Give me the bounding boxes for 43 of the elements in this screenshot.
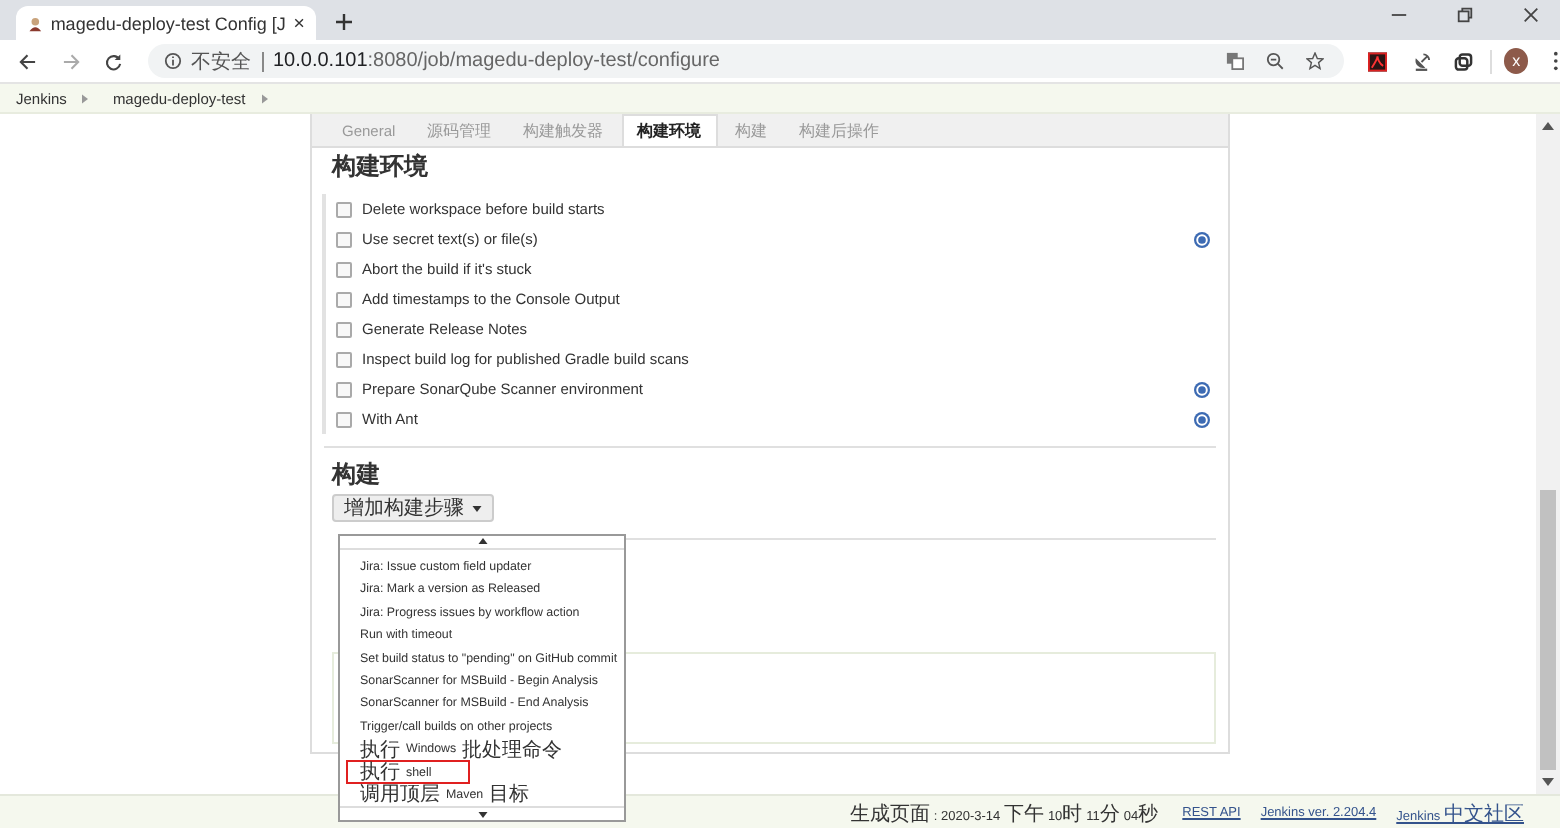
help-icon[interactable] [1194, 231, 1210, 247]
scroll-down-icon[interactable] [477, 811, 487, 818]
close-icon[interactable] [1522, 6, 1540, 24]
address-bar[interactable]: 不安全 10.0.0.101:8080/job/magedu-deploy-test/configure [147, 44, 1345, 78]
avatar[interactable]: x [1503, 48, 1529, 74]
checkbox[interactable] [336, 291, 352, 307]
reload-icon[interactable] [104, 51, 123, 71]
scroll-up-icon[interactable] [477, 538, 487, 545]
scroll-down-icon[interactable] [1542, 778, 1554, 786]
tab[interactable]: 构建环境 [621, 114, 718, 146]
chevron-icon [82, 93, 89, 103]
section-heading: 构建环境 [332, 150, 430, 184]
url-text: 10.0.0.101:8080/job/magedu-deploy-test/configure [273, 50, 720, 72]
back-icon[interactable] [18, 51, 37, 71]
security-label: 不安全 [191, 49, 251, 75]
close-icon[interactable] [293, 16, 304, 30]
checkbox[interactable] [336, 321, 352, 337]
satellite-icon[interactable] [1411, 51, 1431, 71]
info-icon[interactable] [163, 52, 181, 70]
menu-icon[interactable] [1552, 50, 1560, 72]
tab-title: magedu-deploy-test Config [J [50, 13, 286, 33]
link-icon[interactable] [1454, 51, 1474, 71]
caret-icon [472, 505, 482, 511]
browser-tab[interactable]: magedu-deploy-test Config [J [16, 6, 316, 40]
restore-icon[interactable] [1456, 6, 1474, 24]
checkbox[interactable] [336, 201, 352, 217]
scroll-up-icon[interactable] [1542, 122, 1554, 130]
checkbox[interactable] [336, 411, 352, 427]
checkbox[interactable] [336, 381, 352, 397]
help-icon[interactable] [1194, 381, 1210, 397]
translate-icon[interactable] [1226, 52, 1245, 70]
pdf-icon[interactable] [1368, 51, 1388, 71]
checkbox[interactable] [336, 351, 352, 367]
add-build-step-button[interactable]: 增加构建步骤 [332, 494, 494, 522]
zoom-icon[interactable] [1266, 52, 1285, 70]
help-icon[interactable] [1194, 411, 1210, 427]
person-icon [28, 13, 43, 33]
chevron-icon [261, 93, 268, 103]
new-tab-icon[interactable] [336, 14, 352, 30]
checkbox[interactable] [336, 261, 352, 277]
star-icon[interactable] [1306, 52, 1325, 70]
checkbox[interactable] [336, 231, 352, 247]
section-heading: 构建 [332, 458, 382, 492]
